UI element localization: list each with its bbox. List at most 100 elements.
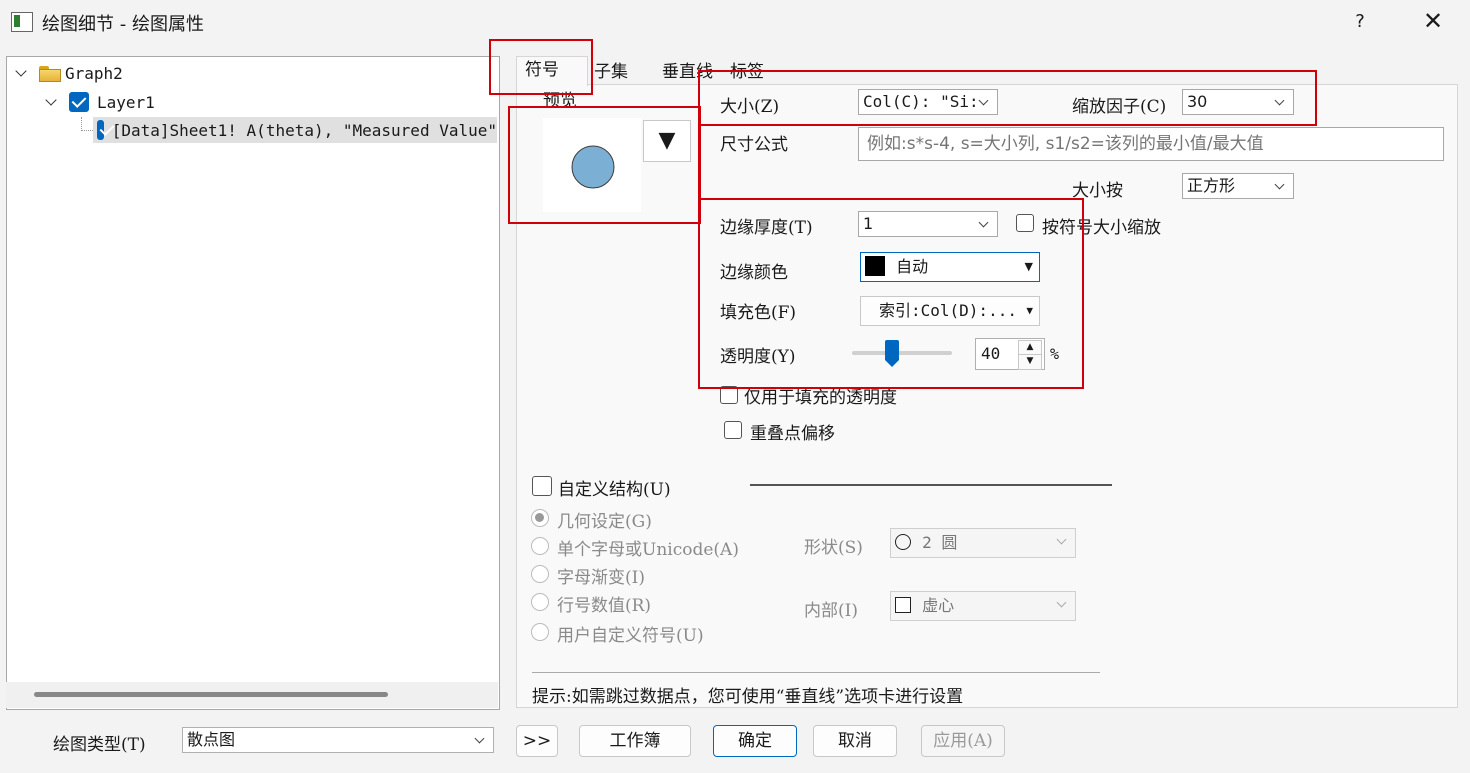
tree-connector [81, 130, 93, 132]
tree-item-label: Layer1 [97, 92, 155, 112]
size-select[interactable]: Col(C): "Si: [858, 89, 998, 115]
spin-down-icon[interactable]: ▼ [1018, 354, 1042, 370]
tree-item-label: [Data]Sheet1! A(theta), "Measured Value" [111, 120, 497, 140]
plot-type-value: 散点图 [187, 730, 236, 749]
edge-thickness-label: 边缘厚度(T) [720, 218, 813, 238]
interior-select[interactable]: 虚心 [890, 591, 1076, 621]
size-formula-input[interactable] [858, 127, 1444, 161]
radio-single-char[interactable] [531, 537, 549, 555]
fill-color-select[interactable]: 索引:Col(D):... ▼ [860, 296, 1040, 326]
tree-item-label: Graph2 [65, 63, 123, 83]
cancel-button[interactable]: 取消 [813, 725, 897, 757]
chevron-down-icon [978, 95, 989, 106]
transparency-label: 透明度(Y) [720, 347, 796, 367]
radio-row-number[interactable] [531, 593, 549, 611]
radio-letter-gradient-label: 字母渐变(I) [557, 568, 645, 588]
workbook-button[interactable]: 工作簿 [579, 725, 691, 757]
plot-type-select[interactable]: 散点图 [182, 727, 494, 753]
radio-geometric-label: 几何设定(G) [557, 512, 652, 532]
chevron-down-icon [1056, 534, 1067, 545]
size-by-label: 大小按 [1072, 181, 1123, 201]
transparency-slider-thumb[interactable] [884, 340, 900, 368]
symbol-preview-graphic [571, 145, 615, 189]
size-label: 大小(Z) [720, 97, 780, 117]
custom-construct-checkbox[interactable] [532, 476, 552, 496]
hint-divider [532, 672, 1100, 673]
folder-icon [39, 64, 63, 82]
transparency-spinbox[interactable]: 40 ▲ ▼ [975, 338, 1045, 370]
custom-construct-label: 自定义结构(U) [558, 480, 671, 500]
tab-labels[interactable]: 标签 [730, 58, 764, 86]
tree-item-layer[interactable]: Layer1 [45, 90, 155, 114]
interior-label: 内部(I) [804, 601, 858, 621]
chevron-down-icon [474, 733, 485, 744]
radio-geometric[interactable] [531, 509, 549, 527]
app-icon [11, 12, 33, 32]
close-button[interactable]: ✕ [1416, 4, 1450, 38]
chevron-down-icon[interactable] [15, 66, 29, 80]
radio-user-defined-label: 用户自定义符号(U) [557, 626, 704, 646]
title-bar [0, 0, 1470, 44]
edge-thickness-select[interactable]: 1 [858, 211, 998, 237]
size-select-value: Col(C): "Si: [863, 92, 979, 111]
scale-with-symbol-label: 按符号大小缩放 [1042, 218, 1161, 238]
size-formula-label: 尺寸公式 [720, 135, 788, 155]
radio-single-char-label: 单个字母或Unicode(A) [557, 540, 739, 560]
circle-shape-icon [895, 534, 911, 550]
transparency-slider[interactable] [852, 351, 952, 355]
scale-factor-label: 缩放因子(C) [1072, 97, 1167, 117]
chevron-down-icon [978, 217, 989, 228]
circle-symbol-icon [571, 145, 615, 189]
expand-button[interactable]: >> [516, 725, 558, 757]
dropdown-triangle-icon: ▼ [1026, 304, 1033, 317]
fill-color-value: 索引:Col(D):... [879, 301, 1017, 320]
dataplot-checkbox[interactable] [97, 120, 104, 140]
square-outline-icon [895, 597, 911, 613]
edge-color-select[interactable]: 自动 ▼ [860, 252, 1040, 282]
fill-color-label: 填充色(F) [720, 303, 797, 323]
scale-factor-select[interactable]: 30 [1182, 89, 1294, 115]
radio-letter-gradient[interactable] [531, 565, 549, 583]
interior-value: 虚心 [922, 596, 955, 615]
fill-only-transparency-checkbox[interactable] [720, 386, 738, 404]
hint-text: 提示:如需跳过数据点，您可使用“垂直线”选项卡进行设置 [532, 687, 964, 707]
color-swatch-icon [865, 256, 885, 276]
transparency-unit: % [1050, 345, 1060, 363]
size-by-value: 正方形 [1187, 176, 1236, 195]
chevron-down-icon [1274, 95, 1285, 106]
tree-item-dataplot[interactable]: [Data]Sheet1! A(theta), "Measured Value" [93, 117, 497, 143]
plot-type-label: 绘图类型(T) [53, 735, 146, 755]
overlap-offset-checkbox[interactable] [724, 421, 742, 439]
transparency-value: 40 [981, 344, 1001, 363]
chevron-down-icon[interactable] [45, 95, 59, 109]
preview-label: 预览 [543, 91, 577, 111]
shape-label: 形状(S) [804, 538, 863, 558]
symbol-preview [543, 118, 641, 212]
tree-connector [81, 117, 83, 131]
help-button[interactable]: ? [1348, 8, 1372, 36]
scale-factor-value: 30 [1187, 92, 1208, 111]
edge-color-label: 边缘颜色 [720, 263, 788, 283]
fill-only-transparency-label: 仅用于填充的透明度 [744, 388, 897, 408]
size-by-select[interactable]: 正方形 [1182, 173, 1294, 199]
plot-tree: Graph2 Layer1 [Data]Sheet1! A(theta), "M… [6, 56, 500, 710]
tree-item-graph[interactable]: Graph2 [15, 61, 123, 85]
tab-subset[interactable]: 子集 [594, 58, 628, 86]
tab-drop-lines[interactable]: 垂直线 [662, 58, 713, 86]
dropdown-triangle-icon: ▼ [1024, 260, 1033, 273]
shape-select[interactable]: 2 圆 [890, 528, 1076, 558]
chevron-down-icon [1056, 597, 1067, 608]
tree-scrollbar-thumb[interactable] [34, 692, 388, 697]
symbol-gallery-button[interactable]: ▼ [643, 120, 691, 162]
radio-row-number-label: 行号数值(R) [557, 596, 652, 616]
layer-checkbox[interactable] [69, 92, 89, 112]
tab-symbol[interactable]: 符号 [525, 56, 559, 84]
apply-button[interactable]: 应用(A) [921, 725, 1005, 757]
edge-thickness-value: 1 [863, 214, 874, 233]
ok-button[interactable]: 确定 [713, 725, 797, 757]
edge-color-value: 自动 [896, 257, 929, 276]
shape-value: 2 圆 [922, 533, 958, 552]
chevron-down-icon [1274, 179, 1285, 190]
radio-user-defined[interactable] [531, 623, 549, 641]
scale-with-symbol-checkbox[interactable] [1016, 214, 1034, 232]
